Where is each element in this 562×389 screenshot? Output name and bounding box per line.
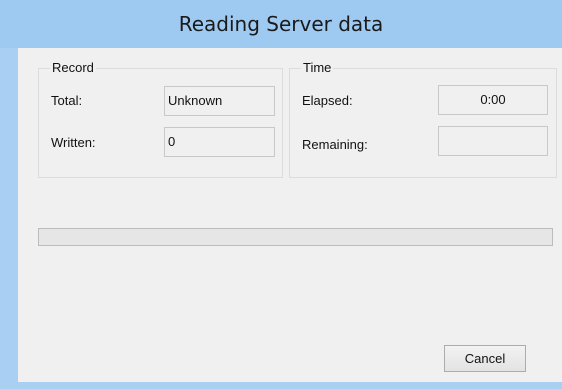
total-field: Unknown [164, 86, 275, 116]
elapsed-field: 0:00 [438, 85, 548, 115]
remaining-label: Remaining: [302, 137, 368, 152]
window-title: Reading Server data [178, 12, 384, 36]
written-field: 0 [164, 127, 275, 157]
elapsed-label: Elapsed: [302, 93, 353, 108]
record-groupbox: Record Total: Unknown Written: 0 [38, 60, 283, 178]
dialog-client-area: Record Total: Unknown Written: 0 Time El… [18, 48, 562, 382]
cancel-button[interactable]: Cancel [444, 345, 526, 372]
remaining-field [438, 126, 548, 156]
time-groupbox: Time Elapsed: 0:00 Remaining: [289, 60, 557, 178]
time-group-legend: Time [301, 60, 334, 75]
title-bar[interactable]: Reading Server data [0, 0, 562, 48]
written-label: Written: [51, 135, 96, 150]
record-group-legend: Record [50, 60, 96, 75]
progress-bar [38, 228, 553, 246]
dialog-window: Reading Server data Record Total: Unknow… [0, 0, 562, 389]
total-label: Total: [51, 93, 83, 108]
